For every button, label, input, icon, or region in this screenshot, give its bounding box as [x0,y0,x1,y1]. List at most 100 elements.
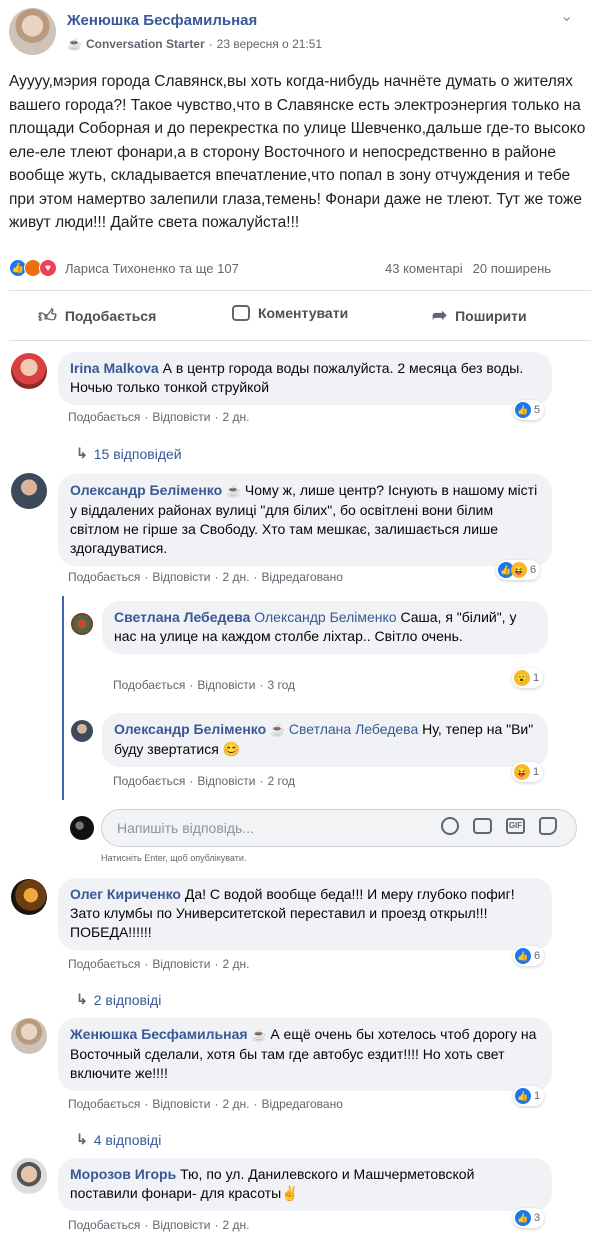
comment-author[interactable]: Морозов Игорь [70,1166,176,1182]
reply-like-link[interactable]: Подобається [113,774,185,788]
comment-like-link[interactable]: Подобається [68,410,140,424]
replies-count: 15 відповідей [93,445,182,462]
comment-button-label: Коментувати [258,305,349,321]
comment-avatar[interactable] [11,353,47,389]
view-replies-link[interactable]: ↳ 2 відповіді [76,991,161,1008]
post-author-name[interactable]: Женюшка Бесфамильная [67,12,257,29]
thread-line [62,596,64,800]
comment-author[interactable]: Олександр Беліменко [70,482,222,498]
reaction-count: 6 [534,950,541,962]
conversation-starter-icon: ☕ [226,484,241,498]
comment-actions: Подобається · Відповісти · 2 дн. [68,410,250,424]
comment-avatar[interactable] [11,879,47,915]
comment-time[interactable]: 2 дн. [222,410,249,424]
comment-author[interactable]: Женюшка Бесфамильная [70,1026,248,1042]
post-author-avatar[interactable] [9,8,56,55]
camera-icon[interactable] [473,818,492,834]
reply-avatar[interactable] [71,613,93,635]
comment-time[interactable]: 2 дн. [222,957,249,971]
comment-reply-link[interactable]: Відповісти [152,1097,210,1111]
comment-actions: Подобається · Відповісти · 2 дн. · Відредагова… [68,1097,343,1111]
reply-arrow-icon: ↳ [76,991,88,1007]
comment-like-link[interactable]: Подобається [68,957,140,971]
comment-reply-link[interactable]: Відповісти [152,570,210,584]
post-text: Ауууу,мэрия города Славянск,вы хоть когд… [9,73,586,231]
reply-actions: Подобається · Відповісти · 2 год [113,774,295,788]
comment-edited-label[interactable]: Відредаговано [261,1097,342,1111]
more-options-icon[interactable]: ⌄ [560,6,573,26]
reply-author[interactable]: Олександр Беліменко [114,721,266,737]
reply-mention[interactable]: Светлана Лебедева [289,721,418,737]
reaction-count: 1 [533,672,540,684]
like-button[interactable]: 👍︎ Подобається [38,305,156,327]
comment-edited-label[interactable]: Відредаговано [261,570,342,584]
comment-reactions[interactable]: 👍 5 [513,400,545,420]
post-reactions-summary[interactable]: 👍 ♥ Лариса Тихоненко та ще 107 [9,259,239,277]
like-reaction-icon: 👍 [515,1088,531,1104]
view-replies-link[interactable]: ↳ 15 відповідей [76,445,182,462]
comment-author[interactable]: Irina Malkova [70,360,159,376]
reply-arrow-icon: ↳ [76,1131,88,1147]
haha-reaction-icon: 😝 [511,562,527,578]
separator-dot: · [208,37,213,51]
comment-reactions[interactable]: 👍 3 [513,1208,545,1228]
like-reaction-icon: 👍 [515,948,531,964]
view-replies-link[interactable]: ↳ 4 відповіді [76,1131,161,1148]
comment-actions: Подобається · Відповісти · 2 дн. [68,957,250,971]
shares-count[interactable]: 20 поширень [473,261,551,276]
reactors-text[interactable]: Лариса Тихоненко та ще 107 [65,261,239,276]
comment-bubble: Irina Malkova А в центр города воды пожа… [58,352,552,405]
reply-reply-link[interactable]: Відповісти [197,774,255,788]
comment-actions: Подобається · Відповісти · 2 дн. · Відредагова… [68,570,343,584]
reply-reactions[interactable]: 😮 1 [512,668,544,688]
comment-reactions[interactable]: 👍 1 [513,1086,545,1106]
comment-reactions[interactable]: 👍 😝 6 [496,560,541,580]
post-counts: 43 коментарі 20 поширень [385,261,551,276]
comment-reply-link[interactable]: Відповісти [152,410,210,424]
reaction-count: 5 [534,404,541,416]
comment-bubble-icon [232,305,250,321]
comments-count[interactable]: 43 коментарі [385,261,463,276]
comment-like-link[interactable]: Подобається [68,1218,140,1232]
comment-avatar[interactable] [11,473,47,509]
comment-avatar[interactable] [11,1018,47,1054]
comment-reply-link[interactable]: Відповісти [152,1218,210,1232]
reply-time[interactable]: 2 год [267,774,295,788]
love-reaction-icon: ♥ [39,259,57,277]
reply-like-link[interactable]: Подобається [113,678,185,692]
comment-like-link[interactable]: Подобається [68,570,140,584]
comment-avatar[interactable] [11,1158,47,1194]
emoji-icon[interactable] [441,817,459,835]
reply-reactions[interactable]: 😝 1 [512,762,544,782]
comment-button[interactable]: Коментувати [232,305,348,321]
like-button-label: Подобається [64,308,157,324]
comment-bubble: Морозов Игорь Тю, по ул. Данилевского и … [58,1158,552,1211]
reply-time[interactable]: 3 год [267,678,295,692]
comment-bubble: Олександр Беліменко ☕ Чому ж, лише центр… [58,474,552,566]
comment-reactions[interactable]: 👍 6 [513,946,545,966]
thumbs-up-icon: 👍︎ [38,306,57,326]
reply-input-tools: GIF [441,817,557,835]
comment-time[interactable]: 2 дн. [222,1097,249,1111]
comment-actions: Подобається · Відповісти · 2 дн. [68,1218,250,1232]
reply-arrow-icon: ↳ [76,445,88,461]
like-reaction-icon: 👍 [515,1210,531,1226]
reply-mention[interactable]: Олександр Беліменко [254,609,396,625]
reply-input-hint: Натисніть Enter, щоб опублікувати. [101,853,247,863]
comment-time[interactable]: 2 дн. [222,570,249,584]
share-button[interactable]: ➦ Поширити [432,305,527,326]
reply-bubble: Олександр Беліменко ☕ Светлана Лебедева … [102,713,548,767]
reply-reply-link[interactable]: Відповісти [197,678,255,692]
sticker-icon[interactable] [539,817,557,835]
comment-like-link[interactable]: Подобається [68,1097,140,1111]
comment-time[interactable]: 2 дн. [222,1218,249,1232]
gif-icon[interactable]: GIF [506,818,525,834]
reply-avatar[interactable] [71,720,93,742]
post-timestamp[interactable]: 23 вересня о 21:51 [217,37,322,51]
badge-label: Conversation Starter [85,37,205,51]
comment-author[interactable]: Олег Кириченко [70,886,181,902]
conversation-starter-icon: ☕ [67,37,82,51]
comment-reply-link[interactable]: Відповісти [152,957,210,971]
reply-input-placeholder: Напишіть відповідь... [117,820,254,836]
reply-author[interactable]: Светлана Лебедева [114,609,250,625]
